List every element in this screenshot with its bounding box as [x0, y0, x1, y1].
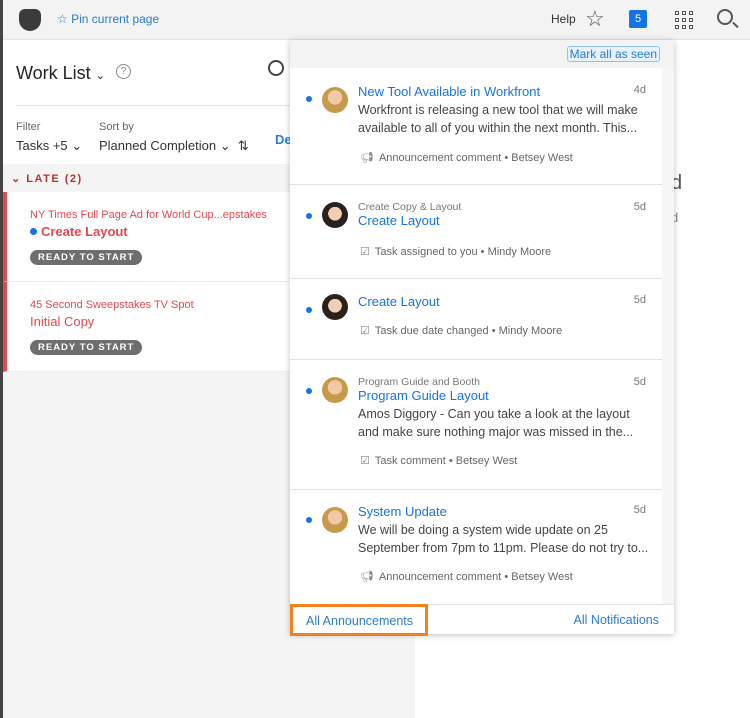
unread-dot: [306, 307, 312, 313]
chevron-down-icon: ⌄: [95, 70, 105, 82]
star-icon[interactable]: ☆: [585, 6, 605, 32]
notification-item[interactable]: New Tool Available in Workfront 4d Workf…: [290, 68, 662, 185]
unread-dot: [306, 96, 312, 102]
filter-label: Filter: [16, 121, 41, 133]
status-badge: READY TO START: [30, 340, 143, 355]
avatar: [322, 294, 348, 320]
help-icon[interactable]: ?: [116, 64, 131, 79]
sort-label: Sort by: [99, 121, 134, 133]
sort-dropdown[interactable]: Planned Completion ⌄ ⇅: [99, 138, 249, 154]
unread-dot: [306, 388, 312, 394]
notification-list: New Tool Available in Workfront 4d Workf…: [290, 68, 662, 604]
task-icon: ☑: [360, 455, 370, 467]
notification-title[interactable]: Create Layout: [358, 213, 440, 228]
avatar: [322, 377, 348, 403]
status-badge: READY TO START: [30, 250, 143, 265]
sort-direction-icon: ⇅: [237, 138, 249, 153]
task-name[interactable]: Initial Copy: [30, 314, 94, 329]
task-name[interactable]: Create Layout: [30, 224, 128, 239]
notification-meta: ☑ Task due date changed • Mindy Moore: [360, 325, 563, 337]
task-project[interactable]: NY Times Full Page Ad for World Cup...ep…: [30, 209, 267, 221]
notification-body: Amos Diggory - Can you take a look at th…: [358, 407, 634, 439]
lion-logo-icon[interactable]: [19, 9, 41, 31]
notification-title[interactable]: New Tool Available in Workfront: [358, 84, 540, 99]
filter-dropdown[interactable]: Tasks +5 ⌄: [16, 138, 82, 154]
age: 4d: [633, 84, 646, 96]
pin-icon: ☆: [57, 12, 72, 26]
notification-title[interactable]: Program Guide Layout: [358, 388, 489, 403]
notification-item[interactable]: Create Layout 5d ☑ Task due date changed …: [290, 279, 662, 360]
unread-dot: [306, 213, 312, 219]
scrollbar[interactable]: [662, 68, 674, 604]
notification-item[interactable]: System Update 5d We will be doing a syst…: [290, 490, 662, 604]
all-announcements-link[interactable]: All Announcements: [290, 604, 428, 636]
notification-title[interactable]: Create Layout: [358, 294, 440, 309]
chevron-down-icon: ⌄: [11, 173, 27, 185]
pin-label: Pin current page: [71, 12, 160, 26]
age: 5d: [633, 201, 646, 213]
task-icon: ☑: [360, 325, 370, 337]
notifications-popup: Mark all as seen New Tool Available in W…: [290, 40, 674, 636]
search-icon[interactable]: [717, 9, 733, 25]
age: 5d: [633, 376, 646, 388]
pin-current-page-button[interactable]: ☆ Pin current page: [57, 12, 159, 26]
notification-meta: ☑ Task comment • Betsey West: [360, 455, 518, 467]
notification-meta: 📢︎ Announcement comment • Betsey West: [360, 152, 573, 164]
notification-body: We will be doing a system wide update on…: [358, 523, 649, 555]
task-project[interactable]: 45 Second Sweepstakes TV Spot: [30, 299, 194, 311]
mark-all-seen-button[interactable]: Mark all as seen: [566, 46, 660, 62]
notification-title[interactable]: System Update: [358, 504, 447, 519]
avatar: [322, 202, 348, 228]
age: 5d: [633, 294, 646, 306]
top-bar: ☆ Pin current page Help ☆ 5: [3, 0, 750, 40]
notification-meta: 📢︎ Announcement comment • Betsey West: [360, 571, 573, 583]
unread-dot: [306, 517, 312, 523]
notification-item[interactable]: Create Copy & Layout Create Layout 5d ☑ T…: [290, 185, 662, 279]
apps-grid-icon[interactable]: [675, 11, 693, 29]
avatar: [322, 507, 348, 533]
megaphone-icon: 📢︎: [360, 152, 374, 164]
megaphone-icon: 📢︎: [360, 571, 374, 583]
notification-item[interactable]: Program Guide and Booth Program Guide La…: [290, 360, 662, 490]
task-icon: ☑: [360, 246, 370, 258]
notification-meta: ☑ Task assigned to you • Mindy Moore: [360, 246, 552, 258]
avatar: [322, 87, 348, 113]
notifications-button[interactable]: 5: [629, 10, 647, 28]
notification-context[interactable]: Program Guide and Booth: [358, 376, 480, 388]
help-link[interactable]: Help: [551, 12, 576, 26]
search-icon[interactable]: [268, 60, 284, 76]
age: 5d: [633, 504, 646, 516]
work-list-title[interactable]: Work List ⌄: [16, 63, 105, 84]
notification-body: Workfront is releasing a new tool that w…: [358, 103, 638, 135]
unread-dot: [30, 228, 37, 235]
notification-context[interactable]: Create Copy & Layout: [358, 201, 461, 213]
all-notifications-link[interactable]: All Notifications: [574, 613, 659, 627]
